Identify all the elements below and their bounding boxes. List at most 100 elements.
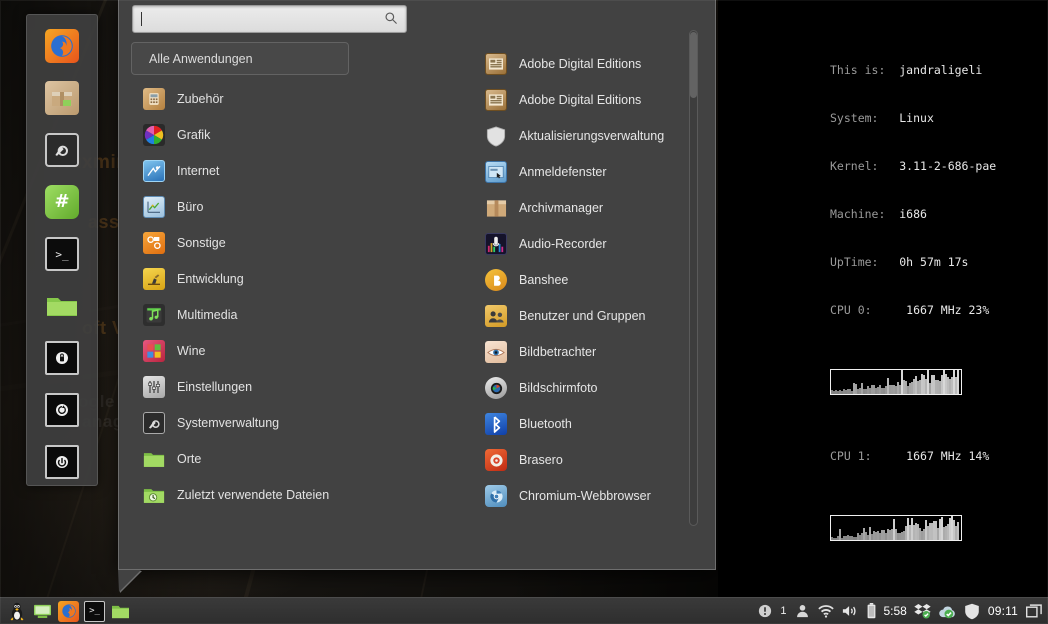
category-item-zubehoer[interactable]: Zubehör (129, 81, 349, 117)
app-item-anmeldefenster[interactable]: Anmeldefenster (485, 154, 795, 190)
app-label: Bildbetrachter (519, 345, 597, 359)
development-icon (143, 268, 165, 290)
category-item-multimedia[interactable]: Multimedia (129, 297, 349, 333)
taskbar-launchers: >_ (6, 600, 131, 622)
conky-row-hostname: This is: jandraligeli (830, 63, 983, 77)
dock-item-hash-green[interactable]: # (45, 185, 79, 219)
battery-icon[interactable] (866, 603, 877, 620)
wifi-icon[interactable] (818, 603, 835, 620)
preferences-icon (143, 376, 165, 398)
category-item-entwicklung[interactable]: Entwicklung (129, 261, 349, 297)
taskbar-show-desktop-icon[interactable] (32, 601, 53, 622)
dock-item-archive-box[interactable] (45, 81, 79, 115)
adobe-digital-editions-icon (485, 53, 507, 75)
menu-pointer-tail (118, 570, 141, 592)
clock[interactable]: 09:11 (988, 604, 1018, 618)
dock-item-terminal[interactable]: >_ (45, 237, 79, 271)
dock-item-lock-screen[interactable] (45, 341, 79, 375)
app-item-benutzer-und-gruppen[interactable]: Benutzer und Gruppen (485, 298, 795, 334)
conky-row-uptime: UpTime: 0h 57m 17s (830, 255, 969, 269)
dock-item-firefox[interactable] (45, 29, 79, 63)
dock-item-folder-green[interactable] (45, 289, 79, 323)
update-shield-icon[interactable] (964, 603, 981, 620)
login-window-icon (485, 161, 507, 183)
category-item-buero[interactable]: Büro (129, 189, 349, 225)
brasero-disc-icon (485, 449, 507, 471)
taskbar-firefox-icon[interactable] (58, 600, 79, 622)
search-container (132, 5, 407, 33)
app-label: Aktualisierungsverwaltung (519, 129, 665, 143)
category-item-wine[interactable]: Wine (129, 333, 349, 369)
conky-system-monitor: This is: jandraligeli System: Linux Kern… (830, 14, 1035, 624)
app-item-audio-recorder[interactable]: Audio-Recorder (485, 226, 795, 262)
owncloud-icon[interactable] (938, 603, 957, 620)
app-item-bildbetrachter[interactable]: Bildbetrachter (485, 334, 795, 370)
app-label: Anmeldefenster (519, 165, 607, 179)
taskbar-linux-penguin-icon[interactable] (6, 601, 27, 622)
category-all-applications[interactable]: Alle Anwendungen (131, 42, 349, 75)
taskbar-file-manager-icon[interactable] (110, 601, 131, 622)
taskbar-terminal-icon[interactable]: >_ (84, 600, 105, 622)
category-label: Orte (177, 452, 202, 466)
app-item-bluetooth[interactable]: Bluetooth (485, 406, 795, 442)
dock-item-settings-gear[interactable] (45, 133, 79, 167)
search-input[interactable] (144, 12, 384, 26)
conky-row-kernel: Kernel: 3.11-2-686-pae (830, 159, 997, 173)
user-icon[interactable] (794, 603, 811, 620)
other-icon (143, 232, 165, 254)
category-label: Internet (177, 164, 220, 178)
cpu1-history-graph (830, 515, 962, 541)
category-item-systemverwaltung[interactable]: Systemverwaltung (129, 405, 349, 441)
app-item-adobe-digital-editions-1[interactable]: Adobe Digital Editions (485, 46, 795, 82)
category-label: Systemverwaltung (177, 416, 280, 430)
application-list-scrollbar[interactable] (689, 30, 698, 526)
category-all-applications-label: Alle Anwendungen (149, 51, 253, 66)
graphics-icon (143, 124, 165, 146)
category-item-grafik[interactable]: Grafik (129, 117, 349, 153)
category-item-einstellungen[interactable]: Einstellungen (129, 369, 349, 405)
volume-icon[interactable] (842, 603, 859, 620)
workspace-switcher-icon[interactable] (1025, 603, 1042, 620)
chromium-icon (485, 485, 507, 507)
accessories-icon (143, 88, 165, 110)
category-label: Grafik (177, 128, 211, 142)
taskbar: >_ 1 5:58 09:11 (0, 597, 1048, 624)
category-label: Wine (177, 344, 206, 358)
app-label: Bluetooth (519, 417, 572, 431)
text-caret (141, 12, 142, 26)
conky-row-machine: Machine: i686 (830, 207, 927, 221)
category-label: Multimedia (177, 308, 238, 322)
office-icon (143, 196, 165, 218)
search-icon[interactable] (384, 10, 398, 29)
app-label: Bildschirmfoto (519, 381, 598, 395)
users-groups-icon (485, 305, 507, 327)
archive-manager-box-icon (485, 197, 507, 219)
app-label: Benutzer und Gruppen (519, 309, 646, 323)
search-box[interactable] (132, 5, 407, 33)
recent-files-icon (143, 484, 165, 506)
image-viewer-eye-icon (485, 341, 507, 363)
app-item-adobe-digital-editions-2[interactable]: Adobe Digital Editions (485, 82, 795, 118)
dock-item-shutdown[interactable] (45, 445, 79, 479)
app-item-archivmanager[interactable]: Archivmanager (485, 190, 795, 226)
app-item-banshee[interactable]: Banshee (485, 262, 795, 298)
desktop-dock: # >_ (26, 14, 98, 486)
category-item-internet[interactable]: Internet (129, 153, 349, 189)
multimedia-icon (143, 304, 165, 326)
app-item-brasero[interactable]: Brasero (485, 442, 795, 478)
app-item-chromium-webbrowser[interactable]: Chromium-Webbrowser (485, 478, 795, 514)
category-item-zuletzt-verwendete-dateien[interactable]: Zuletzt verwendete Dateien (129, 477, 349, 513)
category-item-sonstige[interactable]: Sonstige (129, 225, 349, 261)
category-item-orte[interactable]: Orte (129, 441, 349, 477)
application-menu-panel: Alle Anwendungen Zubehör Grafik Internet… (118, 0, 716, 570)
conky-row-system: System: Linux (830, 111, 934, 125)
app-label: Brasero (519, 453, 563, 467)
notification-alert-icon[interactable] (756, 603, 773, 620)
dropbox-icon[interactable] (914, 603, 931, 620)
wine-icon (143, 340, 165, 362)
app-item-bildschirmfoto[interactable]: Bildschirmfoto (485, 370, 795, 406)
administration-icon (143, 412, 165, 434)
scrollbar-thumb[interactable] (690, 32, 697, 98)
dock-item-logout[interactable] (45, 393, 79, 427)
app-item-aktualisierungsverwaltung[interactable]: Aktualisierungsverwaltung (485, 118, 795, 154)
